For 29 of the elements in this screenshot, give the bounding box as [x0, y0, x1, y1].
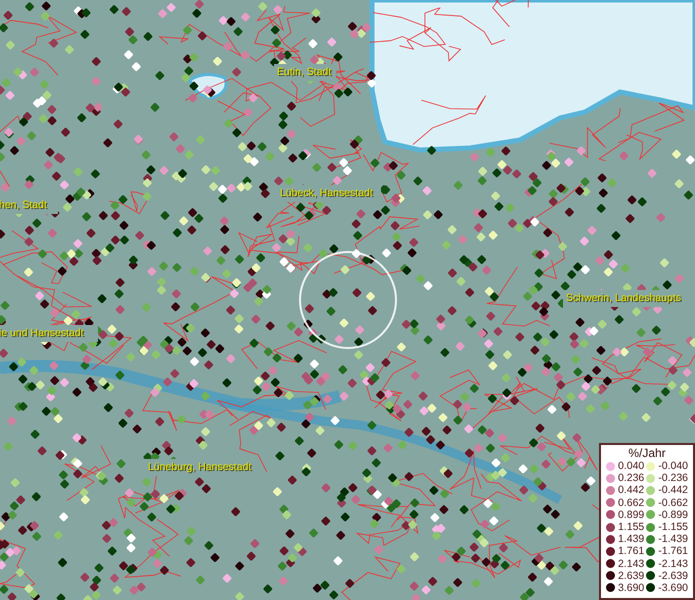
legend-value: -1.155 — [658, 521, 688, 534]
legend-value: -0.236 — [658, 472, 688, 484]
place-label: Schwerin, Landeshaupts — [566, 292, 681, 304]
legend-value: -2.143 — [658, 558, 688, 570]
legend-value: 0.236 — [618, 472, 644, 484]
legend-value: 1.439 — [618, 533, 644, 546]
place-label: Lüneburg, Hansestadt — [148, 461, 252, 473]
legend-value: 2.143 — [618, 558, 644, 570]
place-label: ie und Hansestadt — [0, 327, 84, 339]
legend-value: 1.155 — [618, 521, 644, 534]
legend-value: -2.639 — [658, 570, 688, 582]
legend-value: 0.040 — [618, 460, 644, 472]
place-label: hen, Stadt — [0, 199, 47, 211]
legend-value: -0.899 — [658, 508, 688, 521]
legend-value: -1.761 — [658, 545, 688, 558]
legend-value: -0.662 — [658, 496, 688, 509]
legend-title: %/Jahr — [628, 446, 666, 460]
legend-value: -0.040 — [658, 460, 688, 472]
legend-value: 0.899 — [618, 508, 644, 521]
legend-value: 2.639 — [618, 570, 644, 582]
place-label: Eutin, Stadt — [277, 66, 332, 78]
legend-value: 0.442 — [618, 484, 644, 496]
legend-value: 1.761 — [618, 545, 644, 558]
legend-value: -1.439 — [658, 533, 688, 546]
legend-value: -3.690 — [658, 582, 688, 594]
legend-value: -0.442 — [658, 484, 688, 496]
legend-value: 3.690 — [618, 582, 644, 594]
place-label: Lübeck, Hansestadt — [280, 187, 373, 199]
legend-value: 0.662 — [618, 496, 644, 509]
